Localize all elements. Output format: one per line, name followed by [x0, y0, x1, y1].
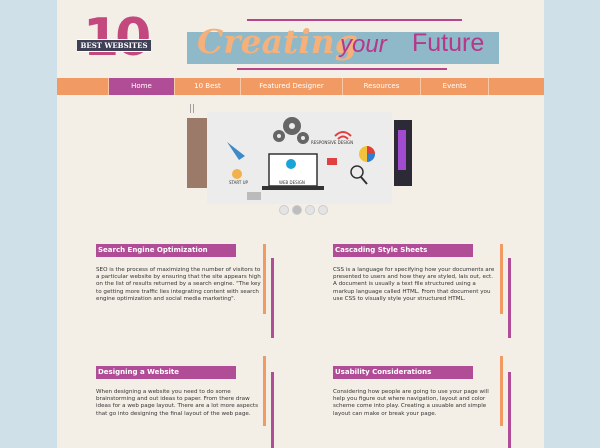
page-container: 10 BEST WEBSITES Creating your Future Ho… — [57, 0, 544, 448]
divider-orange — [263, 356, 266, 426]
divider-orange — [263, 244, 266, 314]
banner-your: your — [340, 31, 387, 58]
nav-home[interactable]: Home — [109, 78, 175, 95]
divider-purple — [508, 258, 511, 338]
slider-next-image[interactable] — [394, 120, 412, 186]
image-slider[interactable]: RESPONSIVE DESIGN WEB DESIGN START UP — [207, 112, 392, 204]
section-body: CSS is a language for specifying how you… — [333, 267, 495, 302]
nav-spacer-end — [489, 78, 544, 95]
section-title: Search Engine Optimization — [96, 244, 236, 257]
banner-line-top — [247, 19, 462, 21]
section-title: Cascading Style Sheets — [333, 244, 473, 257]
divider-purple — [271, 258, 274, 338]
section-body: SEO is the process of maximizing the num… — [96, 267, 261, 302]
section-css: Cascading Style Sheets CSS is a language… — [333, 244, 533, 303]
section-title: Designing a Website — [96, 366, 236, 379]
divider-purple — [508, 372, 511, 448]
web-design-label: WEB DESIGN — [279, 180, 305, 185]
start-up-label: START UP — [229, 180, 249, 185]
nav-featured-designer[interactable]: Featured Designer — [241, 78, 343, 95]
divider-orange — [500, 356, 503, 426]
site-logo[interactable]: 10 BEST WEBSITES — [77, 8, 157, 72]
header-banner: Creating your Future — [187, 14, 502, 72]
slider-dot[interactable] — [305, 205, 315, 215]
slider-prev-image[interactable] — [187, 118, 207, 188]
section-body: Considering how people are going to use … — [333, 389, 489, 417]
slider-pagination — [279, 205, 328, 215]
section-designing: Designing a Website When designing a web… — [96, 366, 296, 418]
divider-orange — [500, 244, 503, 314]
slider-pause-button[interactable]: || — [189, 104, 195, 114]
section-seo: Search Engine Optimization SEO is the pr… — [96, 244, 296, 303]
logo-number: 10 — [83, 8, 151, 68]
slider-dot-active[interactable] — [292, 205, 302, 215]
nav-10-best[interactable]: 10 Best — [175, 78, 241, 95]
section-title: Usability Considerations — [333, 366, 473, 379]
responsive-design-label: RESPONSIVE DESIGN — [311, 140, 353, 145]
slide-illustration: RESPONSIVE DESIGN WEB DESIGN START UP — [207, 112, 392, 204]
banner-line-bottom — [237, 68, 447, 70]
nav-resources[interactable]: Resources — [343, 78, 421, 95]
slider-dot[interactable] — [279, 205, 289, 215]
section-usability: Usability Considerations Considering how… — [333, 366, 533, 418]
banner-creating: Creating — [197, 22, 358, 61]
nav-spacer — [57, 78, 109, 95]
divider-purple — [271, 372, 274, 448]
slider-dot[interactable] — [318, 205, 328, 215]
section-body: When designing a website you need to do … — [96, 389, 259, 417]
banner-future: Future — [412, 29, 485, 57]
main-nav: Home 10 Best Featured Designer Resources… — [57, 78, 544, 95]
logo-band-text: BEST WEBSITES — [77, 39, 151, 52]
nav-events[interactable]: Events — [421, 78, 489, 95]
